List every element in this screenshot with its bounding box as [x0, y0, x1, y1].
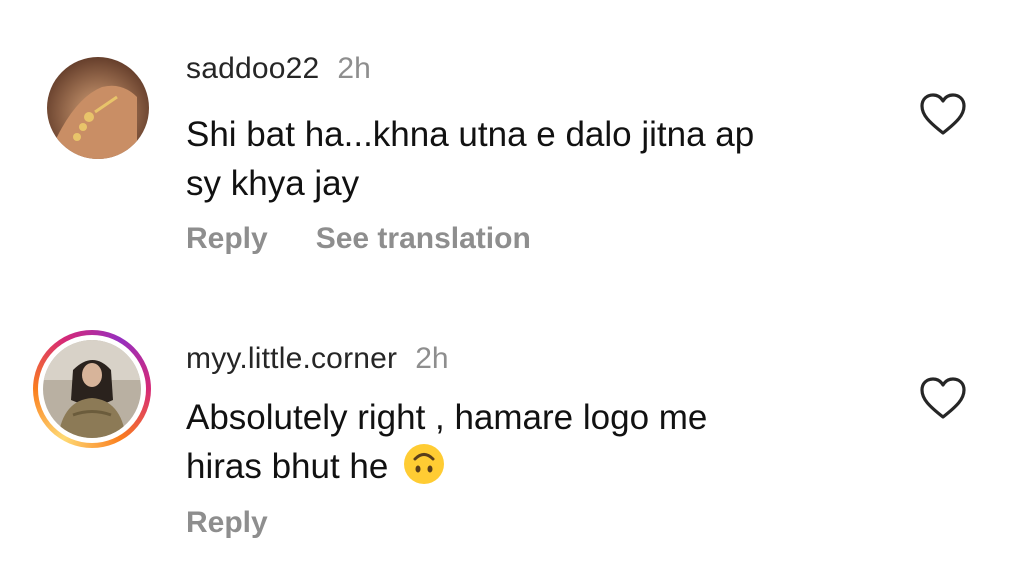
username[interactable]: myy.little.corner — [186, 342, 397, 376]
reply-button[interactable]: Reply — [186, 506, 268, 540]
upside-down-face-icon — [404, 444, 445, 484]
comment-text-line: sy khya jay — [186, 164, 360, 203]
see-translation-button[interactable]: See translation — [316, 222, 531, 256]
timestamp: 2h — [337, 52, 371, 85]
avatar[interactable] — [47, 57, 149, 159]
avatar[interactable] — [43, 340, 141, 438]
comment-text: Absolutely right , hamare logo me hiras … — [186, 393, 866, 491]
avatar-image — [43, 340, 141, 438]
comment-text-line: hiras bhut he — [186, 447, 389, 486]
heart-outline-icon[interactable] — [919, 376, 967, 420]
comment-text-line: Shi bat ha...khna utna e dalo jitna ap — [186, 115, 755, 154]
avatar-image — [47, 57, 149, 159]
heart-outline-icon[interactable] — [919, 92, 967, 136]
comment-text-line: Absolutely right , hamare logo me — [186, 398, 708, 437]
comment-text: Shi bat ha...khna utna e dalo jitna ap s… — [186, 110, 866, 208]
comment-item: saddoo22 2h Shi bat ha...khna utna e dal… — [0, 0, 1024, 290]
username[interactable]: saddoo22 — [186, 52, 319, 86]
comment-item: myy.little.corner 2h Absolutely right , … — [0, 290, 1024, 584]
timestamp: 2h — [415, 342, 449, 375]
reply-button[interactable]: Reply — [186, 222, 268, 256]
